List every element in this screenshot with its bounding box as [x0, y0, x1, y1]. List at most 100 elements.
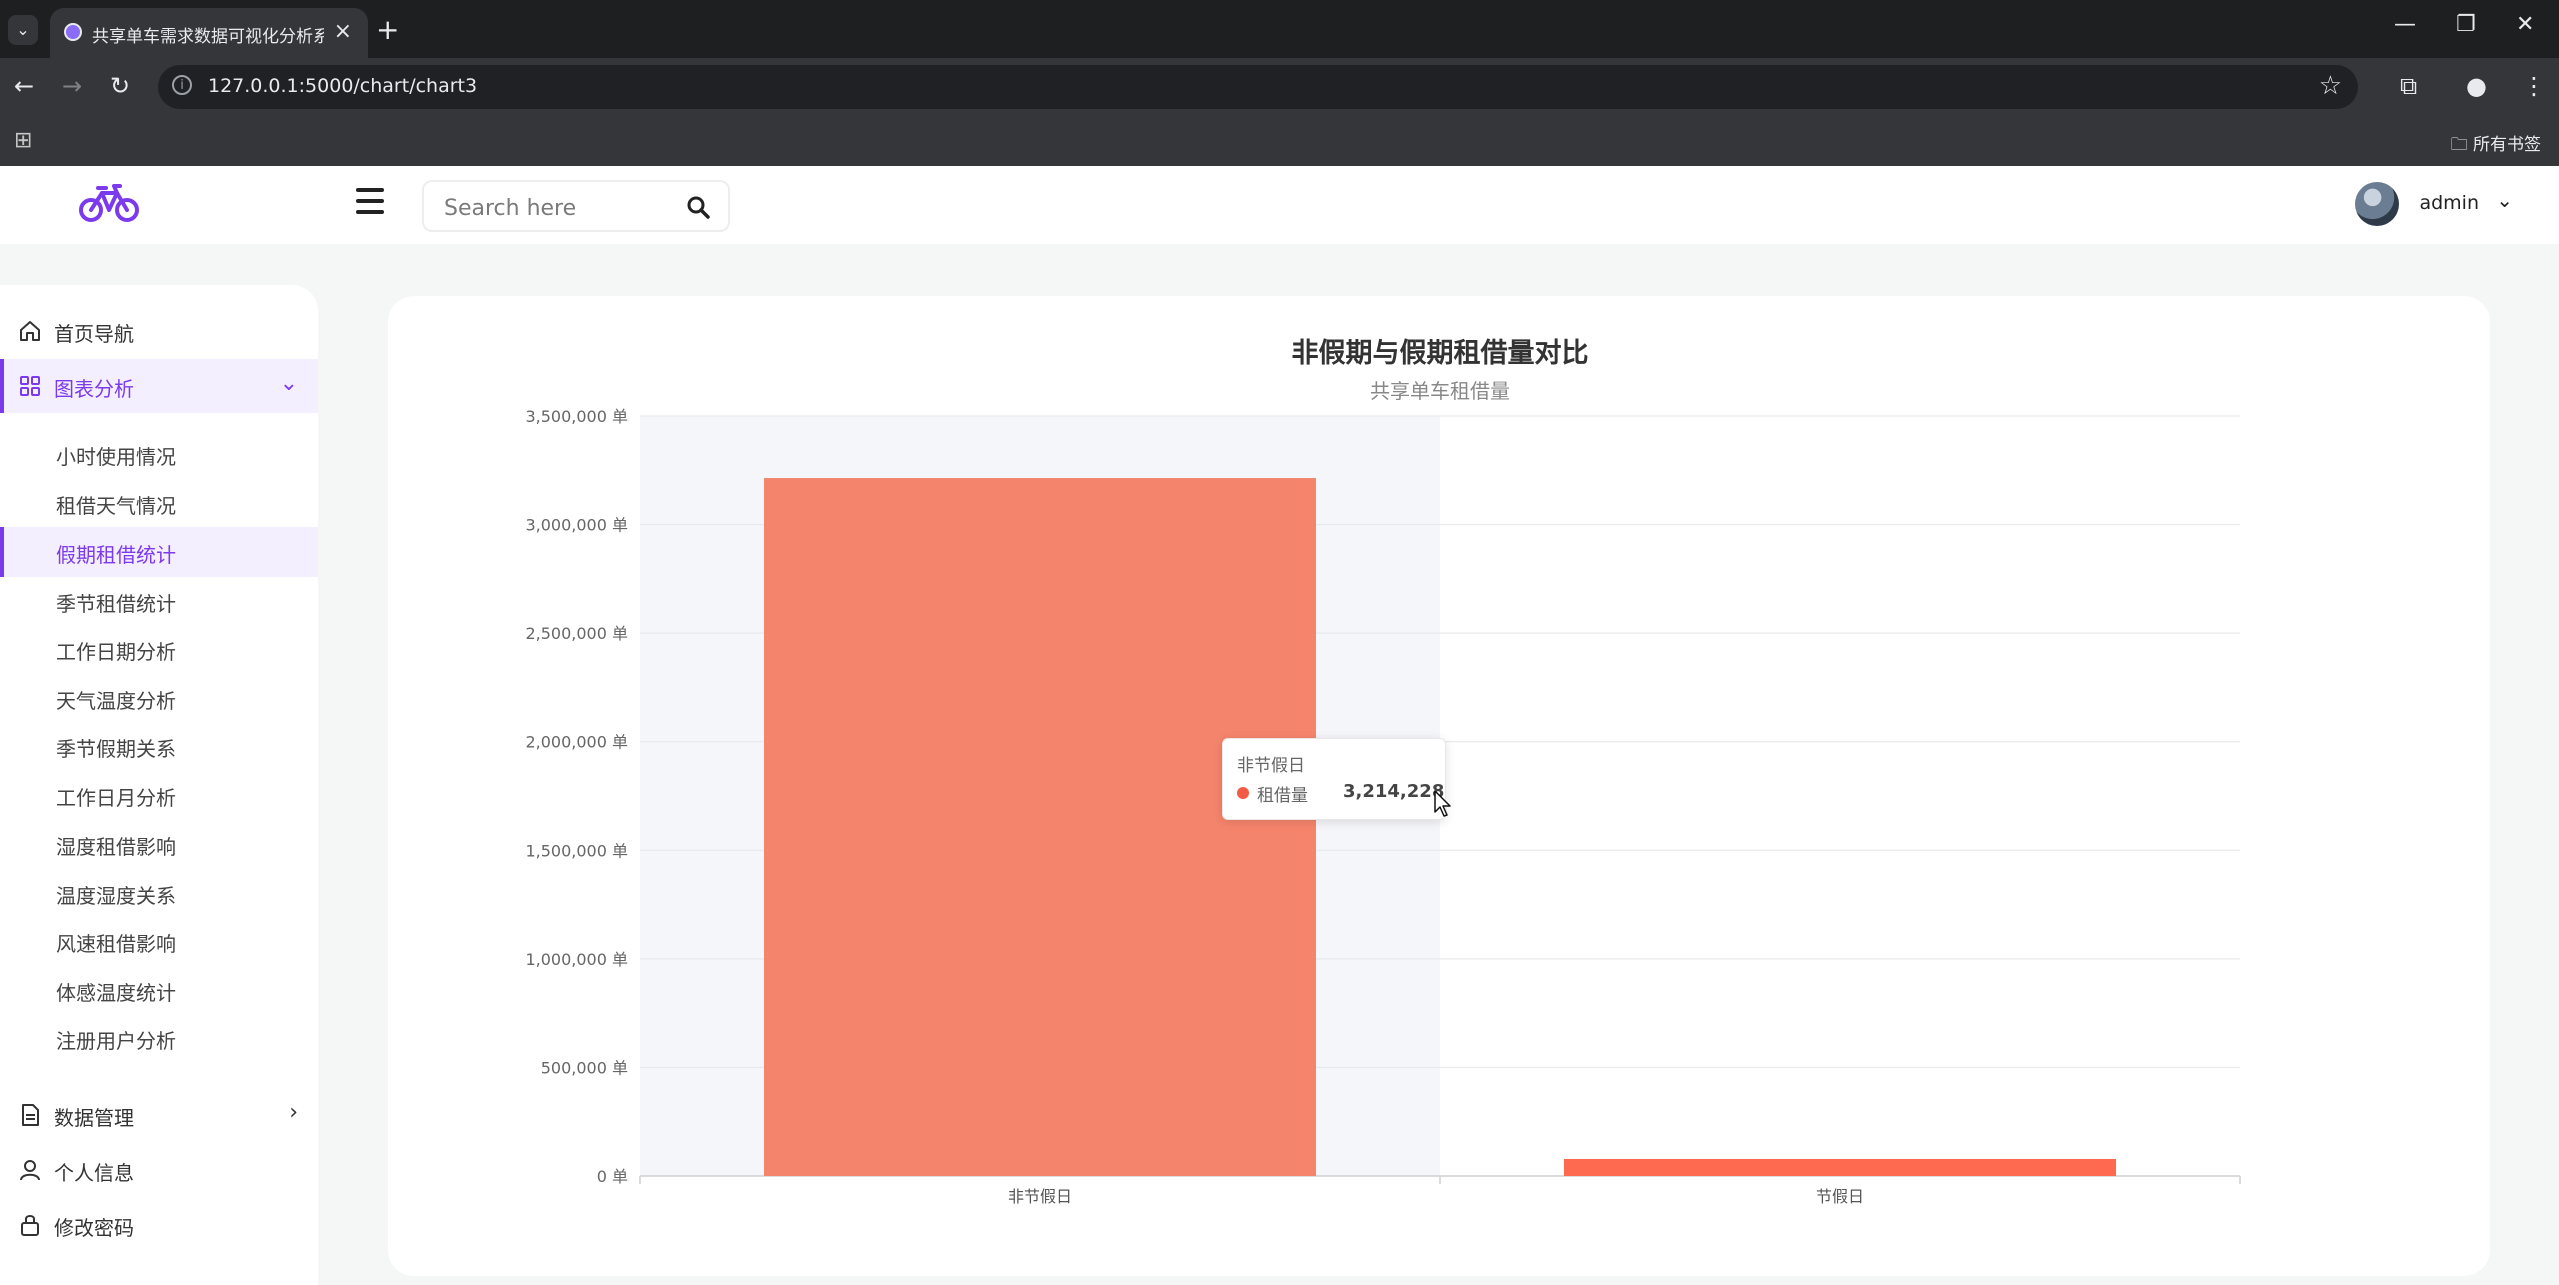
submenu-label: 风速租借影响 — [56, 932, 176, 956]
tooltip-series-marker — [1237, 787, 1249, 799]
chart-title: 非假期与假期租借量对比 — [1292, 338, 1589, 369]
bookmark-star-icon[interactable]: ☆ — [2319, 71, 2342, 101]
y-tick-label: 1,000,000 单 — [525, 950, 628, 969]
submenu-item[interactable]: 租借天气情况 — [0, 478, 318, 528]
submenu-item[interactable]: 温度湿度关系 — [0, 868, 318, 918]
submenu-item[interactable]: 注册用户分析 — [0, 1013, 318, 1063]
tooltip-value: 3,214,228 — [1343, 781, 1445, 802]
user-icon — [20, 1160, 40, 1181]
forward-icon[interactable]: → — [62, 72, 82, 100]
username: admin — [2419, 192, 2479, 214]
search-placeholder: Search here — [444, 196, 577, 221]
search-input[interactable]: Search here — [422, 180, 730, 232]
mouse-cursor-icon — [1434, 790, 1451, 817]
document-icon — [22, 1104, 39, 1126]
sidebar-item-charts[interactable]: 图表分析 ⌄ — [0, 359, 318, 413]
chart-tooltip: 非节假日 租借量 3,214,228 — [1222, 738, 1446, 820]
back-icon[interactable]: ← — [14, 72, 34, 100]
site-info-icon[interactable]: i — [172, 75, 192, 95]
submenu-label: 湿度租借影响 — [56, 835, 176, 859]
bar — [1564, 1158, 2116, 1176]
sidebar-item-profile[interactable]: 个人信息 — [0, 1143, 318, 1197]
sidebar-item-label: 个人信息 — [54, 1161, 134, 1185]
submenu-label: 假期租借统计 — [56, 543, 176, 567]
minimize-icon[interactable]: — — [2394, 12, 2416, 37]
tab-search-button[interactable]: ⌄ — [8, 15, 38, 45]
browser-tab-bar: ⌄ 共享单车需求数据可视化分析系统 × + — ❐ ✕ — [0, 0, 2559, 58]
address-bar[interactable]: i 127.0.0.1:5000/chart/chart3 ☆ — [158, 65, 2358, 109]
search-icon[interactable] — [686, 195, 710, 219]
submenu-item[interactable]: 天气温度分析 — [0, 673, 318, 723]
app-header: Search here admin ⌄ — [0, 166, 2559, 244]
tab-title: 共享单车需求数据可视化分析系统 — [92, 27, 324, 47]
all-bookmarks-label: 所有书签 — [2473, 135, 2541, 155]
y-tick-label: 500,000 单 — [541, 1058, 628, 1077]
sidebar-item-home[interactable]: 首页导航 — [0, 304, 318, 358]
chevron-down-icon: ⌄ — [2496, 188, 2513, 212]
user-menu[interactable]: admin ⌄ — [2319, 182, 2519, 228]
submenu-item[interactable]: 风速租借影响 — [0, 916, 318, 966]
grid-icon — [20, 376, 40, 396]
new-tab-button[interactable]: + — [376, 13, 399, 46]
sidebar-item-label: 数据管理 — [54, 1106, 134, 1130]
submenu-label: 季节租借统计 — [56, 592, 176, 616]
submenu-item[interactable]: 工作日期分析 — [0, 624, 318, 674]
window-close-icon[interactable]: ✕ — [2516, 12, 2534, 37]
y-tick-label: 3,500,000 单 — [525, 407, 628, 426]
submenu-item[interactable]: 工作日月分析 — [0, 770, 318, 820]
submenu-label: 季节假期关系 — [56, 737, 176, 761]
submenu-label: 温度湿度关系 — [56, 884, 176, 908]
tooltip-series-name: 租借量 — [1257, 786, 1308, 806]
browser-tab[interactable]: 共享单车需求数据可视化分析系统 × — [50, 8, 368, 58]
submenu-item[interactable]: 小时使用情况 — [0, 429, 318, 479]
submenu-item[interactable]: 体感温度统计 — [0, 965, 318, 1015]
submenu-label: 工作日月分析 — [56, 786, 176, 810]
submenu-item[interactable]: 湿度租借影响 — [0, 819, 318, 869]
browser-toolbar: ← → ↻ i 127.0.0.1:5000/chart/chart3 ☆ ⧉ … — [0, 58, 2559, 118]
bar — [764, 478, 1316, 1176]
sidebar-item-change-password[interactable]: 修改密码 — [0, 1198, 318, 1252]
all-bookmarks-button[interactable]: 🗀 所有书签 — [2451, 130, 2541, 161]
tab-close-icon[interactable]: × — [334, 19, 352, 44]
submenu-item-active[interactable]: 假期租借统计 — [0, 527, 318, 577]
submenu-label: 天气温度分析 — [56, 689, 176, 713]
tooltip-title: 非节假日 — [1237, 756, 1305, 776]
y-tick-label: 1,500,000 单 — [525, 841, 628, 860]
restore-icon[interactable]: ❐ — [2456, 12, 2476, 37]
profile-icon[interactable]: ● — [2466, 72, 2487, 100]
y-tick-label: 0 单 — [597, 1167, 628, 1186]
chevron-right-icon: › — [289, 1100, 298, 1125]
home-icon — [20, 321, 40, 341]
avatar — [2355, 182, 2399, 226]
submenu-label: 注册用户分析 — [56, 1029, 176, 1053]
bookmarks-bar: ⊞ 🗀 所有书签 — [0, 118, 2559, 166]
extensions-icon[interactable]: ⧉ — [2400, 72, 2417, 100]
sidebar-item-label: 图表分析 — [54, 377, 134, 401]
submenu-label: 体感温度统计 — [56, 981, 176, 1005]
reload-icon[interactable]: ↻ — [110, 72, 130, 100]
sidebar-item-data-management[interactable]: 数据管理 › — [0, 1088, 318, 1142]
chevron-down-icon: ⌄ — [279, 371, 298, 396]
submenu-label: 小时使用情况 — [56, 445, 176, 469]
folder-icon: 🗀 — [2450, 135, 2468, 155]
sidebar-item-label: 修改密码 — [54, 1216, 134, 1240]
x-tick-label: 非节假日 — [1008, 1187, 1072, 1206]
apps-grid-icon[interactable]: ⊞ — [14, 128, 32, 153]
submenu-item[interactable]: 季节租借统计 — [0, 576, 318, 626]
menu-toggle-icon[interactable] — [356, 188, 384, 218]
bicycle-logo-icon[interactable] — [78, 180, 140, 228]
submenu-item[interactable]: 季节假期关系 — [0, 721, 318, 771]
x-tick-label: 节假日 — [1816, 1187, 1864, 1206]
more-menu-icon[interactable]: ⋮ — [2522, 72, 2546, 100]
y-tick-label: 2,000,000 单 — [525, 733, 628, 752]
chart-subtitle: 共享单车租借量 — [1370, 379, 1510, 403]
tab-favicon-icon — [64, 23, 82, 41]
y-tick-label: 3,000,000 单 — [525, 516, 628, 535]
submenu-label: 工作日期分析 — [56, 640, 176, 664]
submenu-label: 租借天气情况 — [56, 494, 176, 518]
y-tick-label: 2,500,000 单 — [525, 624, 628, 643]
sidebar: 首页导航 图表分析 ⌄ 小时使用情况 租借天气情况 假期租借统计 季节租借统计 … — [0, 285, 318, 1285]
url-text: 127.0.0.1:5000/chart/chart3 — [208, 75, 478, 97]
lock-icon — [21, 1215, 39, 1236]
sidebar-item-label: 首页导航 — [54, 322, 134, 346]
